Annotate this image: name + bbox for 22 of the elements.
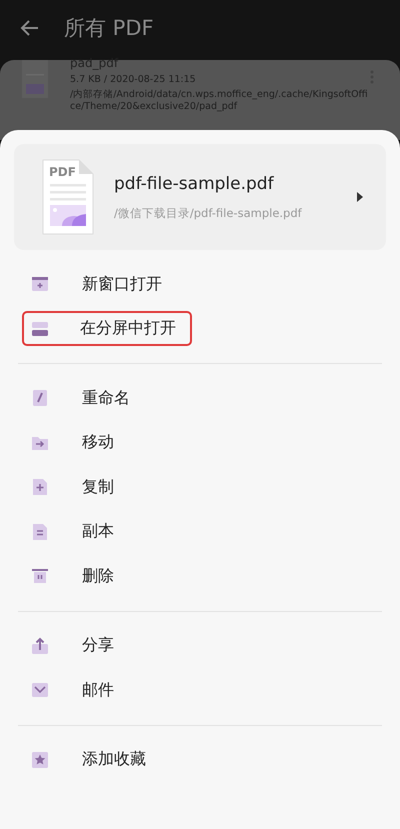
pencil-icon: [30, 388, 50, 408]
menu-item[interactable]: 删除: [72, 558, 126, 594]
file-plus-icon: [30, 477, 50, 498]
upload-icon: [30, 636, 50, 656]
pdf-file-icon: [42, 160, 94, 234]
caret-icon: [356, 191, 364, 203]
page-title: 所有 PDF: [64, 15, 154, 42]
file-card[interactable]: PDF pdf-file-sample.pdf /微信下载目录/pdf-file-sample.pdf: [14, 144, 386, 250]
menu-item[interactable]: 新窗口打开: [72, 266, 174, 302]
file-equals-icon: [30, 522, 50, 542]
menu-item[interactable]: 移动: [72, 425, 126, 460]
menu-item[interactable]: 复制: [72, 470, 126, 505]
menu-item[interactable]: 在分屏中打开: [22, 311, 192, 346]
menu-item[interactable]: 分享: [72, 628, 126, 664]
file-path: /微信下载目录/pdf-file-sample.pdf: [114, 206, 303, 220]
back-icon[interactable]: [20, 18, 40, 38]
menu-item[interactable]: 邮件: [72, 672, 126, 708]
menu-item[interactable]: 重命名: [72, 380, 142, 416]
menu-item[interactable]: 添加收藏: [72, 742, 158, 778]
menu-item[interactable]: 副本: [72, 514, 126, 550]
file-type-label: PDF: [49, 165, 76, 179]
file-name: pdf-file-sample.pdf: [114, 174, 275, 194]
